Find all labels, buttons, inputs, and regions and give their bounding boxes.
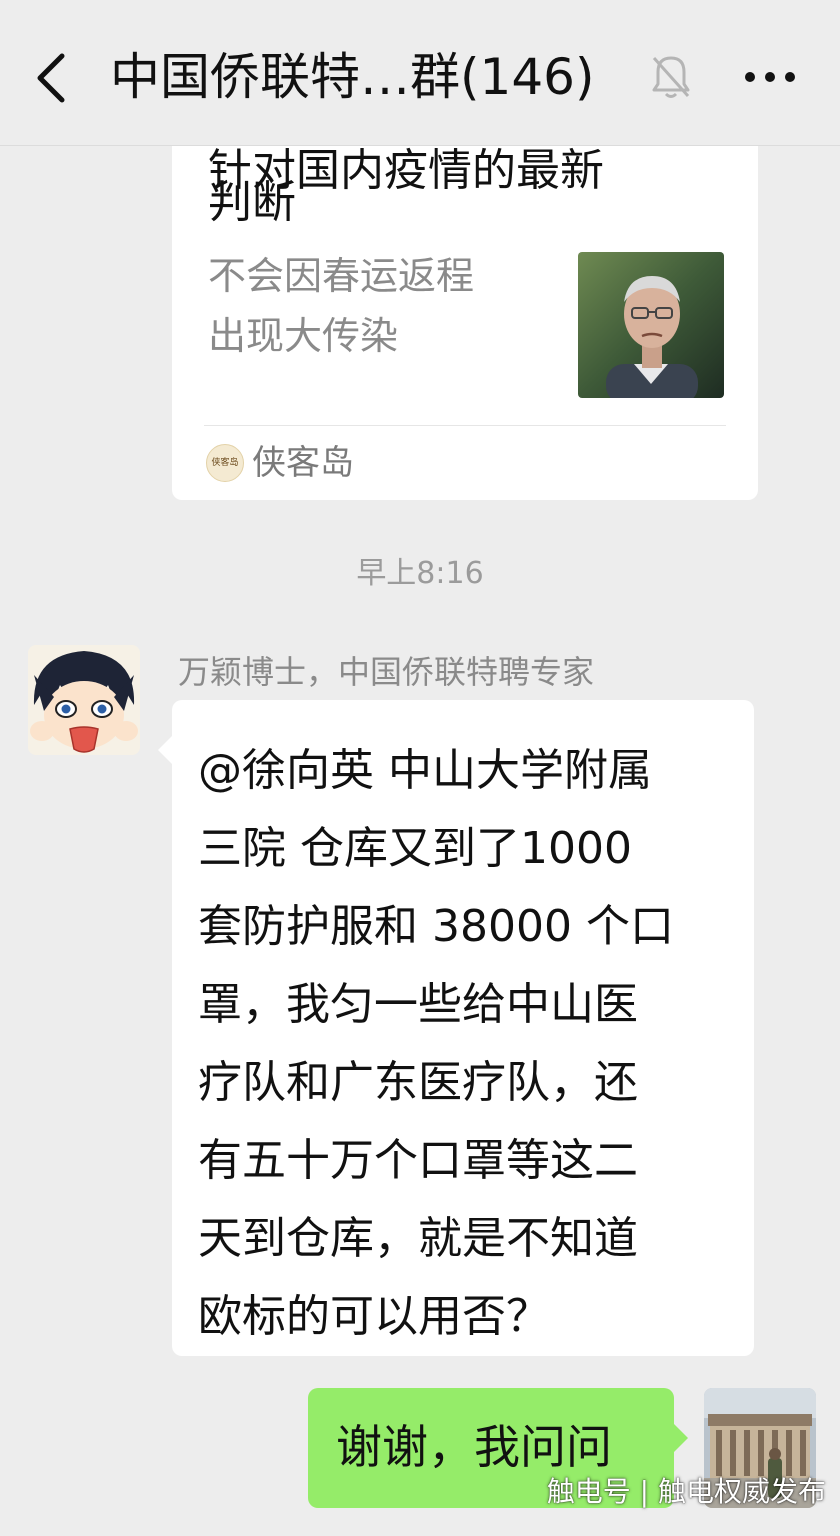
more-dots-icon[interactable] [740, 60, 800, 94]
message-line: 疗队和广东医疗队，还 [198, 1057, 638, 1108]
bell-muted-icon [648, 52, 694, 102]
source-logo: 侠客岛 [206, 444, 244, 482]
article-description: 不会因春运返程 出现大传染 [208, 246, 548, 366]
sender-avatar[interactable] [28, 645, 140, 755]
article-title: 判断 [208, 177, 296, 228]
card-divider [204, 425, 726, 426]
outgoing-message-text: 谢谢，我问问 [336, 1420, 612, 1474]
article-thumbnail [578, 252, 724, 398]
message-line: @徐向英 中山大学附属 [198, 745, 652, 796]
watermark: 触电号 | 触电权威发布 [546, 1475, 826, 1508]
sender-name: 万颖博士，中国侨联特聘专家 [178, 653, 595, 691]
incoming-message-text: @徐向英 中山大学附属 三院 仓库又到了1000 套防护服和 38000 个口 … [198, 732, 738, 1356]
message-timestamp: 早上8:16 [356, 556, 484, 591]
message-line: 套防护服和 38000 个口 [198, 901, 674, 952]
source-name[interactable]: 侠客岛 [252, 440, 354, 486]
article-description-line: 出现大传染 [208, 314, 399, 358]
chat-title[interactable]: 中国侨联特…群(146) [110, 42, 594, 112]
message-line: 欧标的可以用否？ [198, 1291, 550, 1342]
article-description-line: 不会因春运返程 [208, 254, 475, 298]
message-line: 天到仓库，就是不知道 [198, 1213, 638, 1264]
incoming-message-bubble[interactable]: @徐向英 中山大学附属 三院 仓库又到了1000 套防护服和 38000 个口 … [158, 700, 754, 1356]
message-line: 三院 仓库又到了1000 [198, 823, 632, 874]
message-line: 罩，我匀一些给中山医 [198, 979, 638, 1030]
chevron-left-icon[interactable] [28, 50, 78, 106]
chat-header: 中国侨联特…群(146) [0, 0, 840, 146]
message-line: 有五十万个口罩等这二 [198, 1135, 638, 1186]
